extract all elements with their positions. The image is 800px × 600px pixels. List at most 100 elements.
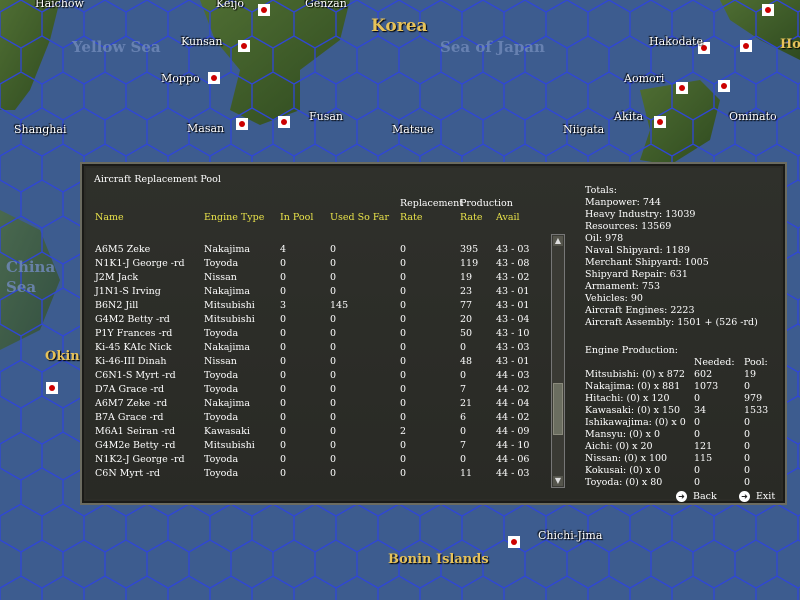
row-avail: 43 - 01 — [496, 286, 530, 297]
map-label-ominato: Ominato — [729, 110, 777, 123]
table-row[interactable]: J2M Jack Nissan 0 0 0 19 43 - 02 — [86, 272, 556, 286]
row-avail: 44 - 02 — [496, 384, 530, 395]
totals-line: Shipyard Repair: 631 — [585, 269, 688, 280]
scroll-up-arrow-icon[interactable]: ▲ — [553, 236, 563, 246]
needed-header: Needed: — [694, 357, 735, 368]
sea-label-sea-of-japan: Sea of Japan — [440, 38, 545, 56]
table-row[interactable]: A6M7 Zeke -rd Nakajima 0 0 0 21 44 - 04 — [86, 398, 556, 412]
totals-line: Vehicles: 90 — [585, 293, 643, 304]
row-replacement-rate: 0 — [400, 384, 407, 395]
region-label-bonin-islands: Bonin Islands — [388, 552, 489, 567]
engine-row-label: Kokusai: (0) x 0 — [585, 465, 661, 476]
row-name: Ki-45 KAIc Nick — [95, 342, 172, 353]
row-used: 0 — [330, 370, 337, 381]
row-name: B6N2 Jill — [95, 300, 139, 311]
row-in-pool: 0 — [280, 342, 287, 353]
map-label-niigata: Niigata — [563, 123, 605, 136]
row-engine: Nakajima — [204, 398, 251, 409]
sea-label-sea: Sea — [6, 278, 37, 296]
table-row[interactable]: P1Y Frances -rd Toyoda 0 0 0 50 43 - 10 — [86, 328, 556, 342]
table-row[interactable]: D7A Grace -rd Toyoda 0 0 0 7 44 - 02 — [86, 384, 556, 398]
col-header-engine-type: Engine Type — [204, 212, 265, 223]
table-row[interactable]: N1K1-J George -rd Toyoda 0 0 0 119 43 - 08 — [86, 258, 556, 272]
panel-title: Aircraft Replacement Pool — [94, 174, 221, 185]
exit-button[interactable]: ➜ Exit — [739, 491, 775, 502]
row-avail: 43 - 01 — [496, 300, 530, 311]
engine-row-needed: 121 — [694, 441, 713, 452]
row-in-pool: 0 — [280, 440, 287, 451]
row-used: 0 — [330, 258, 337, 269]
table-row[interactable]: B6N2 Jill Mitsubishi 3 145 0 77 43 - 01 — [86, 300, 556, 314]
engine-production-heading: Engine Production: — [585, 345, 679, 356]
row-name: G4M2e Betty -rd — [95, 440, 176, 451]
scroll-down-arrow-icon[interactable]: ▼ — [553, 476, 563, 486]
engine-row-label: Ishikawajima: (0) x 0 — [585, 417, 686, 428]
table-row[interactable]: Ki-46-III Dinah Nissan 0 0 0 48 43 - 01 — [86, 356, 556, 370]
engine-row-pool: 979 — [744, 393, 763, 404]
back-button-label: Back — [693, 491, 717, 502]
arrow-right-icon: ➜ — [739, 491, 750, 502]
table-row[interactable]: A6M5 Zeke Nakajima 4 0 0 395 43 - 03 — [86, 244, 556, 258]
totals-line: Aircraft Engines: 2223 — [585, 305, 695, 316]
engine-row-label: Kawasaki: (0) x 150 — [585, 405, 681, 416]
row-used: 0 — [330, 328, 337, 339]
row-production-rate: 0 — [460, 342, 467, 353]
table-row[interactable]: C6N Myrt -rd Toyoda 0 0 0 11 44 - 03 — [86, 468, 556, 482]
arrow-right-icon: ➜ — [676, 491, 687, 502]
row-used: 0 — [330, 272, 337, 283]
row-production-rate: 77 — [460, 300, 473, 311]
engine-row-label: Mitsubishi: (0) x 872 — [585, 369, 685, 380]
engine-row-pool: 0 — [744, 381, 751, 392]
row-replacement-rate: 0 — [400, 272, 407, 283]
row-name: M6A1 Seiran -rd — [95, 426, 176, 437]
table-row[interactable]: J1N1-S Irving Nakajima 0 0 0 23 43 - 01 — [86, 286, 556, 300]
row-engine: Nakajima — [204, 342, 251, 353]
row-used: 0 — [330, 412, 337, 423]
back-button[interactable]: ➜ Back — [676, 491, 717, 502]
scroll-thumb[interactable] — [553, 383, 563, 435]
table-row[interactable]: C6N1-S Myrt -rd Toyoda 0 0 0 0 44 - 03 — [86, 370, 556, 384]
row-used: 0 — [330, 384, 337, 395]
totals-line: Naval Shipyard: 1189 — [585, 245, 690, 256]
map-label-chichi-jima: Chichi-Jima — [538, 529, 603, 542]
row-avail: 43 - 03 — [496, 342, 530, 353]
row-avail: 44 - 06 — [496, 454, 530, 465]
engine-row-label: Toyoda: (0) x 80 — [585, 477, 663, 488]
table-row[interactable]: Ki-45 KAIc Nick Nakajima 0 0 0 0 43 - 03 — [86, 342, 556, 356]
row-used: 0 — [330, 244, 337, 255]
list-scrollbar[interactable]: ▲ ▼ — [551, 234, 565, 488]
row-name: J1N1-S Irving — [95, 286, 161, 297]
totals-line: Heavy Industry: 13039 — [585, 209, 696, 220]
totals-line: Resources: 13569 — [585, 221, 672, 232]
col-header-name: Name — [95, 212, 124, 223]
pool-header: Pool: — [744, 357, 768, 368]
row-engine: Toyoda — [204, 370, 239, 381]
col-header-used-so-far: Used So Far — [330, 212, 390, 223]
row-in-pool: 0 — [280, 370, 287, 381]
row-name: Ki-46-III Dinah — [95, 356, 167, 367]
table-row[interactable]: G4M2 Betty -rd Mitsubishi 0 0 0 20 43 - 04 — [86, 314, 556, 328]
engine-row-needed: 0 — [694, 465, 701, 476]
row-production-rate: 6 — [460, 412, 467, 423]
table-row[interactable]: M6A1 Seiran -rd Kawasaki 0 0 2 0 44 - 09 — [86, 426, 556, 440]
row-used: 145 — [330, 300, 349, 311]
row-engine: Toyoda — [204, 384, 239, 395]
row-avail: 44 - 03 — [496, 370, 530, 381]
row-name: C6N1-S Myrt -rd — [95, 370, 176, 381]
map-label-aomori: Aomori — [624, 72, 665, 85]
row-name: N1K1-J George -rd — [95, 258, 185, 269]
engine-row-needed: 0 — [694, 429, 701, 440]
row-in-pool: 0 — [280, 454, 287, 465]
table-row[interactable]: B7A Grace -rd Toyoda 0 0 0 6 44 - 02 — [86, 412, 556, 426]
row-production-rate: 23 — [460, 286, 473, 297]
row-name: P1Y Frances -rd — [95, 328, 173, 339]
table-row[interactable]: G4M2e Betty -rd Mitsubishi 0 0 0 7 44 - 10 — [86, 440, 556, 454]
sea-label-china: China — [6, 258, 56, 276]
table-row[interactable]: N1K2-J George -rd Toyoda 0 0 0 0 44 - 06 — [86, 454, 556, 468]
map-label-genzan: Genzan — [305, 0, 347, 10]
row-production-rate: 0 — [460, 426, 467, 437]
row-production-rate: 119 — [460, 258, 479, 269]
engine-row-label: Nakajima: (0) x 881 — [585, 381, 681, 392]
row-used: 0 — [330, 440, 337, 451]
engine-row-needed: 0 — [694, 477, 701, 488]
